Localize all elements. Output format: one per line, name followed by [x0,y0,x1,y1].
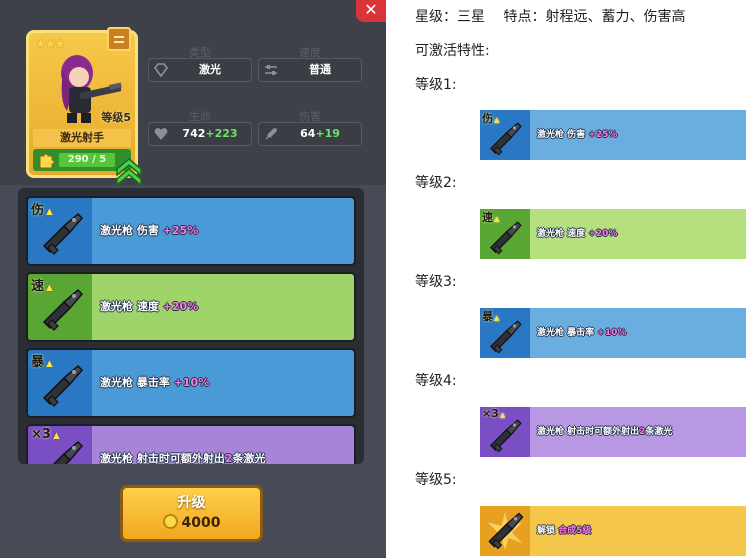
sliders-icon [265,65,277,75]
doc-trait-card: ×3▲ 激光枪 射击时可额外射出2条激光 [480,407,746,457]
doc-trait-card: 解锁 合成5级 [480,506,746,556]
hero-info-icon[interactable] [107,27,131,51]
hero-level: 等级5 [101,111,131,124]
ability-text: 激光枪 速度 [100,300,163,313]
upgrade-cost: 4000 [123,514,260,531]
trait-icon-box: 暴▲ [480,308,530,358]
stat-speed: 速度 普通 [258,44,362,82]
doc-level-label: 等级1: [415,77,457,93]
laser-gun-icon [490,320,522,354]
trait-text: 激光枪 射击时可额外射出 [537,427,640,437]
stat-hp-bonus: +223 [205,127,238,140]
stat-speed-value: 普通 [309,63,331,76]
stat-hp: 生命 742+223 [148,108,252,146]
trait-bonus: +20% [588,229,618,239]
doc-trait-card: 暴▲ 激光枪 暴击率 +10% [480,308,746,358]
trait-description: 激光枪 暴击率 +10% [537,325,626,341]
trait-bonus: +25% [588,130,618,140]
doc-summary-line: 星级：三星 特点：射程远、蓄力、伤害高 [415,9,686,25]
trait-suffix: 条激光 [645,427,673,437]
laser-gun-icon [43,213,83,255]
ability-text: 激光枪 射击时可额外射出 [100,452,225,464]
hero-name: 激光射手 [33,129,131,147]
laser-gun-icon [490,419,522,453]
doc-level-label: 等级5: [415,472,457,488]
stat-type-value: 激光 [199,63,221,76]
trait-text: 解锁 [537,526,559,536]
stat-speed-box: 普通 [258,58,362,82]
doc-level-label: 等级2: [415,175,457,191]
ability-description: 激光枪 速度 +20% [100,298,348,316]
doc-trait-card: 伤▲ 激光枪 伤害 +25% [480,110,746,160]
ability-icon-box: 速 ▲ [28,274,92,340]
stat-hp-box: 742+223 [148,122,252,146]
stat-hp-base: 742 [182,127,206,140]
trait-description: 激光枪 射击时可额外射出2条激光 [537,424,672,440]
stat-damage-base: 64 [300,127,316,140]
trait-icon-box: 速▲ [480,209,530,259]
ability-description: 激光枪 射击时可额外射出2条激光 [100,450,348,464]
ability-icon-box: 伤 ▲ [28,198,92,264]
ability-description: 激光枪 伤害 +25% [100,222,348,240]
upgrade-label: 升级 [177,495,206,511]
ability-text: 激光枪 伤害 [100,224,163,237]
ability-text: 激光枪 暴击率 [100,376,174,389]
ability-bonus: +25% [162,224,199,237]
heart-icon [154,128,168,140]
doc-level-label: 等级3: [415,274,457,290]
ability-row-crit[interactable]: 暴 ▲ 激光枪 暴击率 +10% [26,348,356,418]
ability-bonus: +20% [162,300,199,313]
laser-gun-icon [490,221,522,255]
upgrade-available-icon [116,158,142,185]
doc-level-label: 等级4: [415,373,457,389]
trait-icon-box: ×3▲ [480,407,530,457]
fragment-count: 290 / 5 [67,154,107,165]
stat-damage: 伤害 64+19 [258,108,362,146]
burst-star-icon [487,511,524,551]
hero-description-document: 星级：三星 特点：射程远、蓄力、伤害高 可激活特性: 等级1: 伤▲ 激光枪 伤… [400,0,749,558]
coin-icon [162,514,178,529]
ability-icon-box: ×3 ▲ [28,426,92,464]
stat-type-box: 激光 [148,58,252,82]
stat-hp-value: 742+223 [173,123,247,145]
laser-gun-icon [43,289,83,331]
laser-gun-icon [43,365,83,407]
hero-stars: ★★★ [35,37,66,52]
ability-suffix: 条激光 [232,452,266,464]
rocket-icon [265,128,277,140]
stat-damage-bonus: +19 [315,127,340,140]
hero-card[interactable]: ★★★ 等级5 激光射手 290 / 5 [26,27,142,185]
stat-damage-value: 64+19 [283,123,357,145]
doc-trait-card: 速▲ 激光枪 速度 +20% [480,209,746,259]
ability-row-speed[interactable]: 速 ▲ 激光枪 速度 +20% [26,272,356,342]
trait-icon-box [480,506,530,556]
close-button[interactable]: ✕ [356,0,386,22]
trait-bonus: +10% [597,328,627,338]
hero-upgrade-panel: ✕ ★★★ 等级5 激光射手 290 / 5 类型 激光 速度 普通 生命 74… [0,0,386,558]
diamond-icon [154,63,168,78]
trait-text: 激光枪 伤害 [537,130,589,140]
stat-damage-box: 64+19 [258,122,362,146]
ability-bonus: 2 [224,452,233,464]
ability-icon-box: 暴 ▲ [28,350,92,416]
puzzle-piece-icon [39,153,55,169]
laser-gun-icon [490,122,522,156]
ability-bonus: +10% [173,376,210,389]
upgrade-cost-value: 4000 [181,515,221,531]
ability-row-damage[interactable]: 伤 ▲ 激光枪 伤害 +25% [26,196,356,266]
trait-description: 解锁 合成5级 [537,523,591,539]
trait-icon-box: 伤▲ [480,110,530,160]
trait-bonus: 合成5级 [558,526,592,536]
trait-text: 激光枪 速度 [537,229,589,239]
trait-description: 激光枪 速度 +20% [537,226,617,242]
ability-description: 激光枪 暴击率 +10% [100,374,348,392]
upgrade-button[interactable]: 升级 4000 [120,485,263,542]
ability-list[interactable]: 伤 ▲ 激光枪 伤害 +25% 速 ▲ 激光枪 速度 +20% 暴 ▲ 激光枪 暴击率… [18,188,364,464]
trait-description: 激光枪 伤害 +25% [537,127,617,143]
stat-type: 类型 激光 [148,44,252,82]
doc-traits-heading: 可激活特性: [415,43,490,59]
ability-row-multishot[interactable]: ×3 ▲ 激光枪 射击时可额外射出2条激光 [26,424,356,464]
trait-text: 激光枪 暴击率 [537,328,598,338]
laser-gun-icon [43,441,83,464]
